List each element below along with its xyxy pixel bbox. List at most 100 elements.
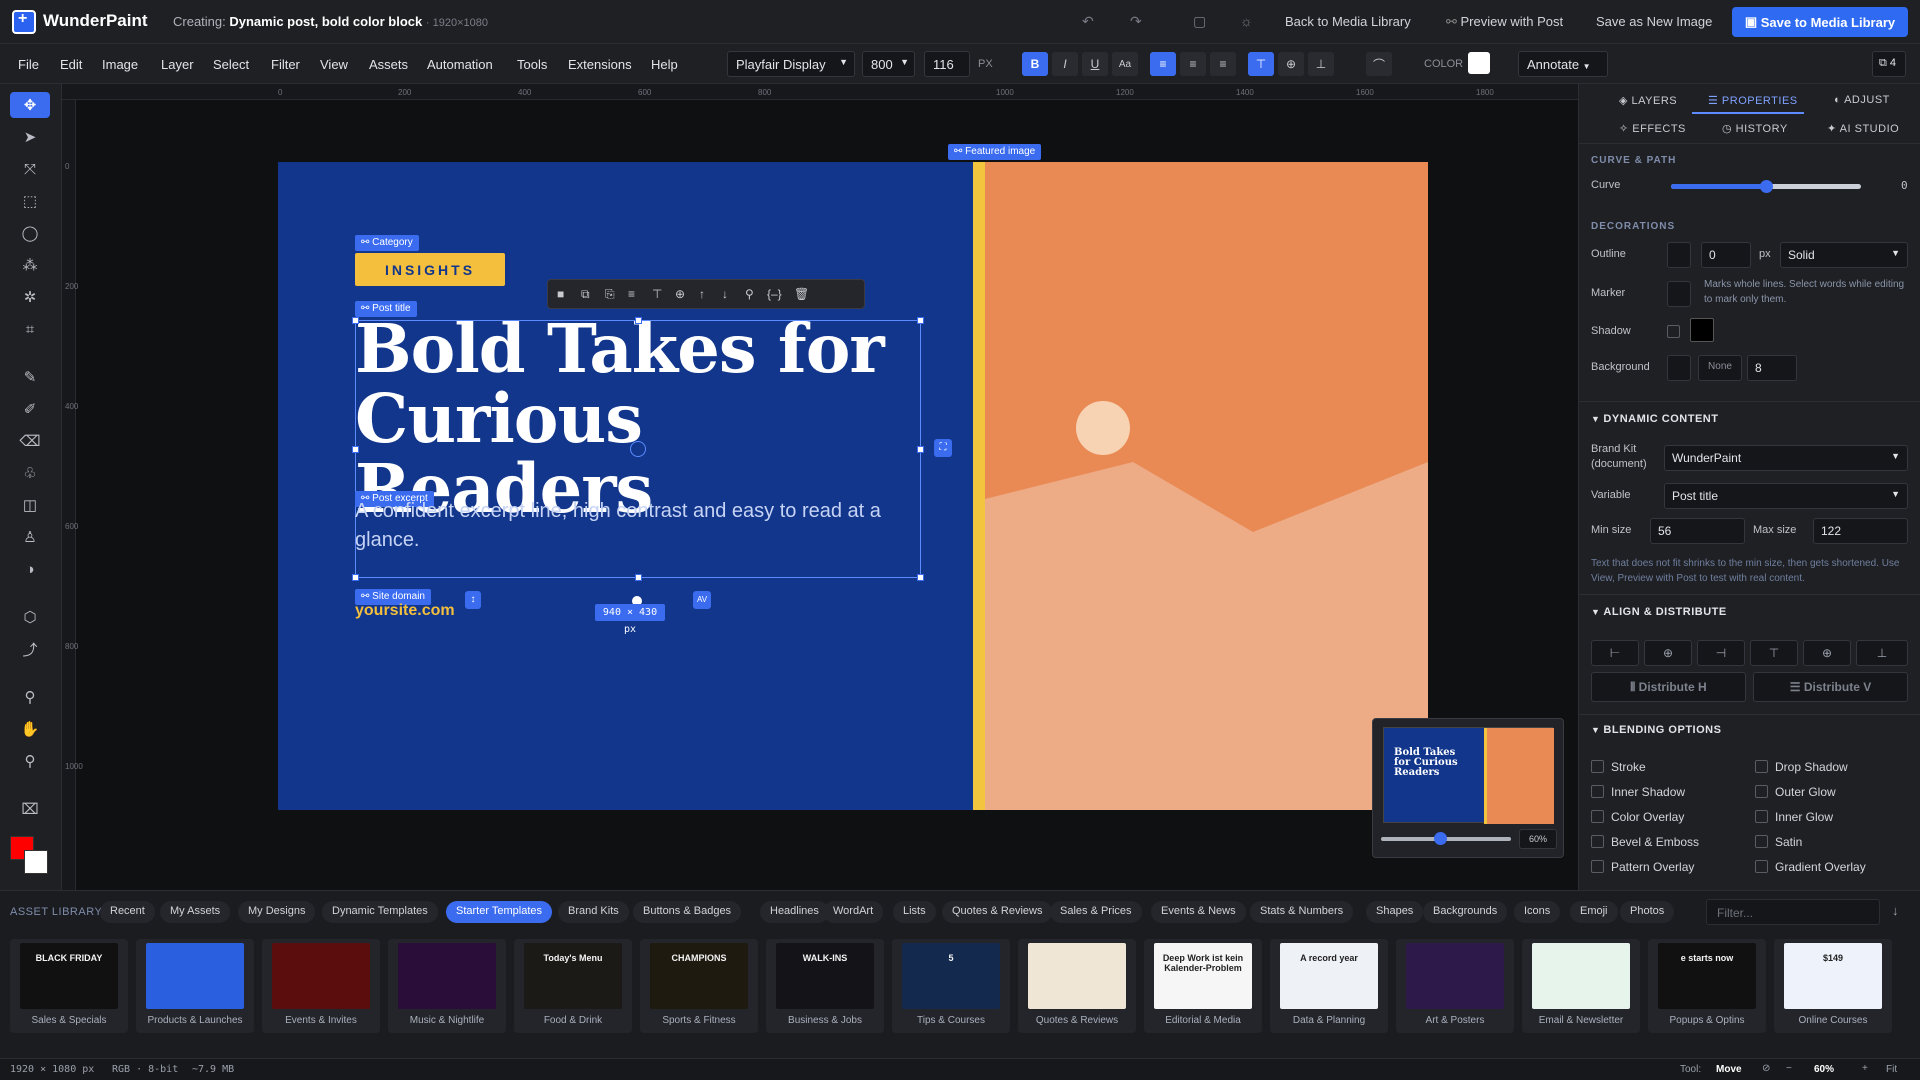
inner-glow-checkbox[interactable] [1755, 810, 1768, 823]
menu-extensions[interactable]: Extensions [568, 57, 632, 72]
bring-forward-icon[interactable]: ↑ [699, 287, 705, 301]
resize-handle[interactable] [917, 446, 924, 453]
template-card[interactable]: Deep Work ist kein Kalender-Problem Edito… [1144, 939, 1262, 1033]
background-padding-input[interactable]: 8 [1747, 355, 1797, 381]
redo-icon[interactable]: ↷ [1130, 13, 1142, 30]
outline-color-swatch[interactable] [1667, 242, 1691, 268]
collapse-down-icon[interactable]: ↓ [1892, 903, 1899, 918]
menu-tools[interactable]: Tools [517, 57, 547, 72]
asset-tab-buttons-badges[interactable]: Buttons & Badges [633, 901, 742, 923]
crop-tool-icon[interactable]: ⌗ [10, 316, 50, 342]
variable-icon[interactable]: {–} [767, 287, 782, 301]
font-weight-select[interactable]: 800 ▼ [862, 51, 915, 77]
asset-tab-icons[interactable]: Icons [1514, 901, 1561, 923]
menu-file[interactable]: File [18, 57, 39, 72]
tab-ai-studio[interactable]: ✦ AI STUDIO [1827, 122, 1899, 135]
asset-tab-my-designs[interactable]: My Designs [238, 901, 316, 923]
page-icon[interactable]: ▢ [1193, 13, 1206, 30]
brush-tool-icon[interactable]: ✐ [10, 396, 50, 422]
path-tool-icon[interactable]: ⤴ [10, 636, 50, 662]
zoom-to-icon[interactable]: ⚲ [745, 287, 754, 301]
color-overlay-checkbox[interactable] [1591, 810, 1604, 823]
slider-knob[interactable] [1433, 832, 1447, 845]
navigator-preview[interactable]: Bold Takes for Curious Readers [1383, 727, 1554, 824]
align-vcenter-icon[interactable]: ⊕ [1803, 640, 1851, 666]
align-section-title[interactable]: ▼ ALIGN & DISTRIBUTE [1591, 606, 1727, 618]
align-left-button[interactable]: ≡ [1150, 52, 1176, 76]
distribute-v-button[interactable]: ☰ Distribute V [1753, 672, 1908, 702]
marker-color-swatch[interactable] [1667, 281, 1691, 307]
template-card[interactable]: WALK-INS Business & Jobs [766, 939, 884, 1033]
asset-tab-emoji[interactable]: Emoji [1570, 901, 1618, 923]
template-card[interactable]: A record year Data & Planning [1270, 939, 1388, 1033]
template-card[interactable]: Art & Posters [1396, 939, 1514, 1033]
asset-tab-photos[interactable]: Photos [1620, 901, 1675, 923]
distribute-h-button[interactable]: ⫴ Distribute H [1591, 672, 1746, 702]
align-center-button[interactable]: ≡ [1180, 52, 1206, 76]
template-card[interactable]: $149 Online Courses [1774, 939, 1892, 1033]
template-card[interactable]: 5 Tips & Courses [892, 939, 1010, 1033]
valign-bottom-button[interactable]: ⊥ [1308, 52, 1334, 76]
menu-assets[interactable]: Assets [369, 57, 408, 72]
duplicate-icon[interactable]: ⧉ [581, 287, 590, 302]
asset-tab-starter-templates[interactable]: Starter Templates [446, 901, 553, 923]
auto-height-icon[interactable]: ↕ [465, 591, 481, 609]
theme-icon[interactable]: ☼ [1240, 13, 1253, 29]
curve-slider[interactable] [1671, 180, 1861, 193]
variable-select[interactable]: Post title ▼ [1664, 483, 1908, 509]
background-none-button[interactable]: None [1698, 355, 1742, 381]
valign-middle-button[interactable]: ⊕ [1278, 52, 1304, 76]
menu-edit[interactable]: Edit [60, 57, 82, 72]
template-card[interactable]: e starts now Popups & Optins [1648, 939, 1766, 1033]
copy-style-icon[interactable]: ⎘ [605, 287, 615, 302]
align-right-icon[interactable]: ⊣ [1697, 640, 1745, 666]
slider-knob[interactable] [1760, 180, 1773, 193]
italic-button[interactable]: I [1052, 52, 1078, 76]
font-size-input[interactable]: 116 [924, 51, 970, 77]
dynamic-content-section-title[interactable]: ▼ DYNAMIC CONTENT [1591, 413, 1718, 425]
asset-tab-backgrounds[interactable]: Backgrounds [1423, 901, 1508, 923]
eraser-tool-icon[interactable]: ⌫ [10, 428, 50, 454]
preview-with-post-link[interactable]: ⚯ Preview with Post [1446, 14, 1563, 30]
curve-text-button[interactable]: ⌒ [1366, 52, 1392, 76]
zoom-in-icon[interactable]: + [1862, 1063, 1868, 1074]
menu-automation[interactable]: Automation [427, 57, 493, 72]
tab-adjust[interactable]: ◐ ADJUST [1834, 94, 1890, 106]
bevel-emboss-checkbox[interactable] [1591, 835, 1604, 848]
asset-tab-dynamic-templates[interactable]: Dynamic Templates [322, 901, 438, 923]
hand-tool-icon[interactable]: ✋ [10, 716, 50, 742]
menu-filter[interactable]: Filter [271, 57, 300, 72]
resize-handle[interactable] [635, 317, 642, 324]
asset-filter-input[interactable]: Filter... [1706, 899, 1880, 925]
magic-wand-tool-icon[interactable]: ⁂ [10, 252, 50, 278]
template-card[interactable]: Music & Nightlife [388, 939, 506, 1033]
dodge-tool-icon[interactable]: ◑ [10, 556, 50, 582]
resize-handle[interactable] [352, 446, 359, 453]
status-zoom[interactable]: 60% [1814, 1064, 1834, 1075]
site-domain-text[interactable]: yoursite.com [355, 602, 455, 620]
underline-button[interactable]: U [1082, 52, 1108, 76]
letter-spacing-icon[interactable]: AV [693, 591, 711, 609]
ai-tool-icon[interactable]: ⌧ [10, 796, 50, 822]
pattern-overlay-checkbox[interactable] [1591, 860, 1604, 873]
tab-history[interactable]: ◷ HISTORY [1722, 122, 1788, 135]
gradient-tool-icon[interactable]: ◫ [10, 492, 50, 518]
menu-select[interactable]: Select [213, 57, 249, 72]
tab-properties[interactable]: ☰ PROPERTIES [1708, 94, 1798, 107]
brandkit-select[interactable]: WunderPaint ▼ [1664, 445, 1908, 471]
zoom-out-icon[interactable]: − [1786, 1063, 1792, 1074]
panels-button[interactable]: ⧉ 4 [1872, 51, 1906, 77]
text-color-swatch[interactable] [1468, 52, 1490, 74]
asset-tab-recent[interactable]: Recent [100, 901, 155, 923]
template-card[interactable]: Events & Invites [262, 939, 380, 1033]
fill-tool-icon[interactable]: ♧ [10, 460, 50, 486]
template-card[interactable]: BLACK FRIDAY Sales & Specials [10, 939, 128, 1033]
stroke-checkbox[interactable] [1591, 760, 1604, 773]
resize-handle[interactable] [917, 317, 924, 324]
fit-frame-icon[interactable]: ⛶ [934, 439, 952, 457]
navigator-zoom-value[interactable]: 60% [1519, 829, 1557, 849]
crosshair-icon[interactable] [630, 441, 646, 457]
artboard[interactable]: ⚯ Featured image ⚯ Category INSIGHTS ⚯ P… [278, 144, 1428, 810]
resize-handle[interactable] [352, 574, 359, 581]
blending-section-title[interactable]: ▼ BLENDING OPTIONS [1591, 724, 1721, 736]
